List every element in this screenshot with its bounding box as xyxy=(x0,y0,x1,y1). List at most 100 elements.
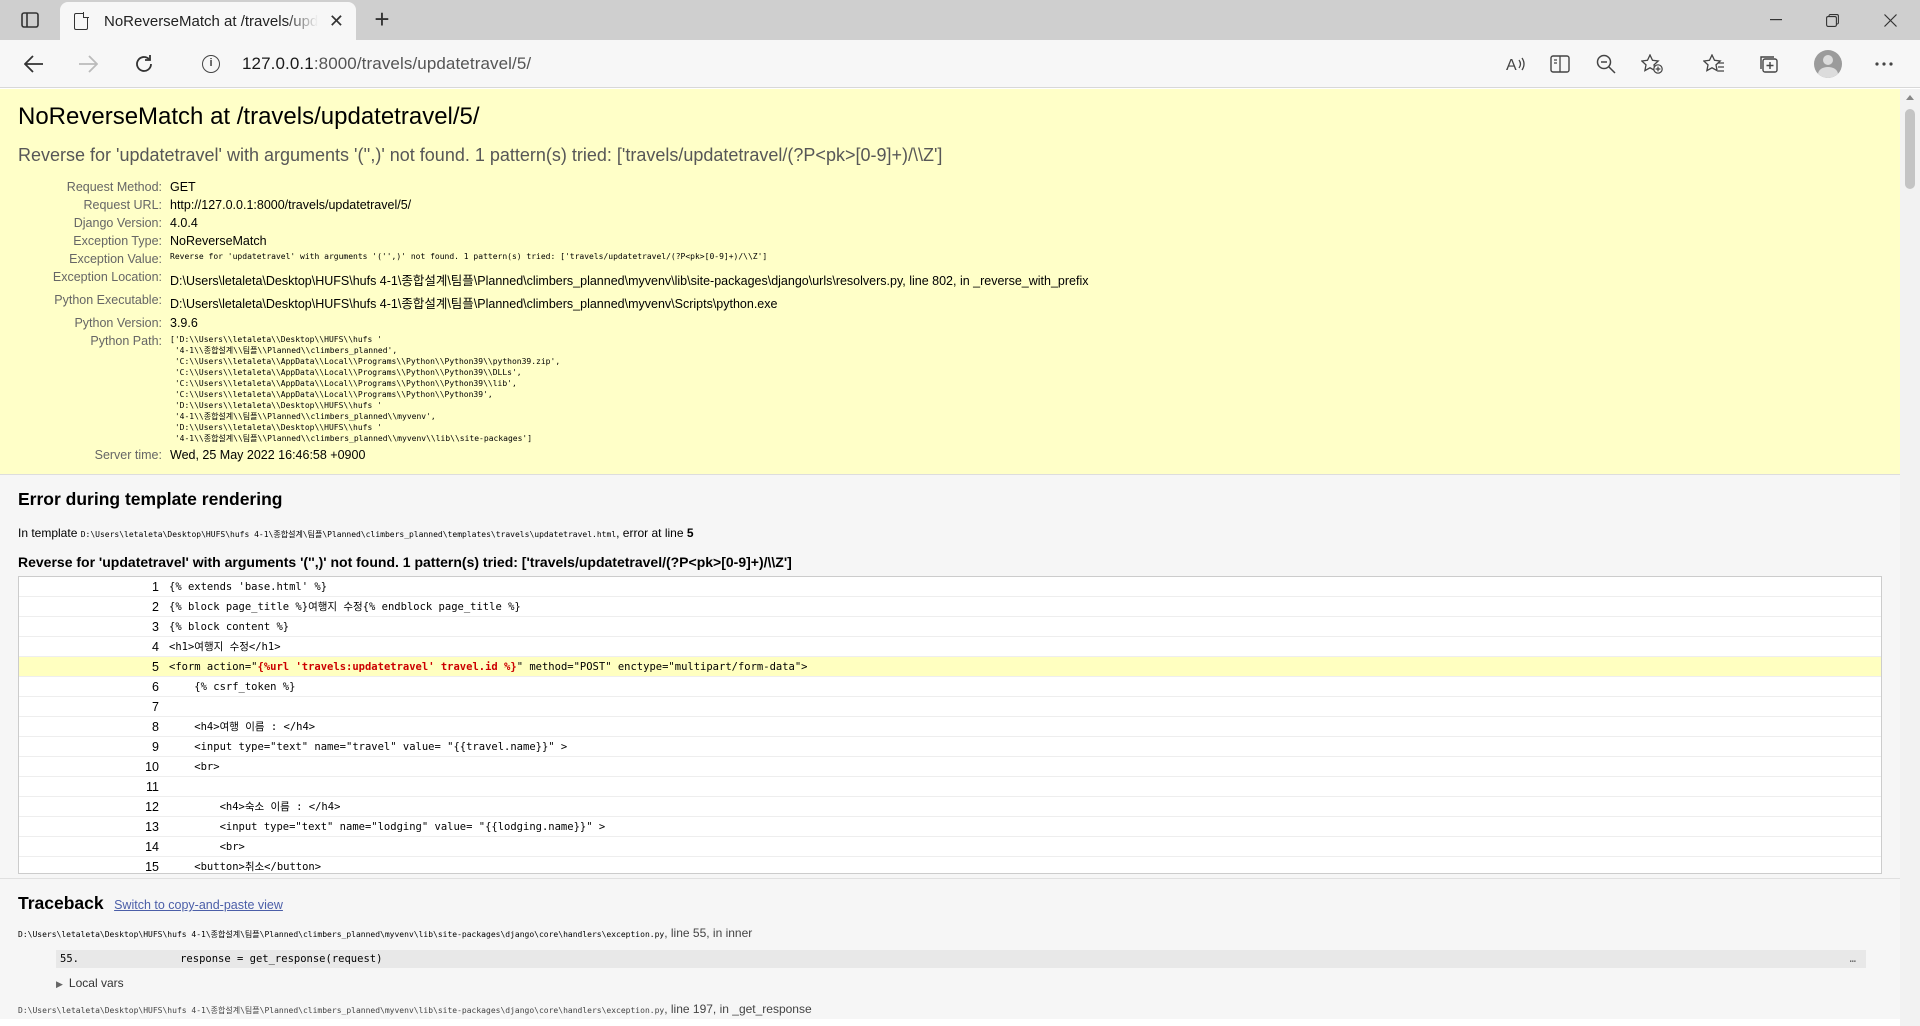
collections-icon[interactable] xyxy=(1755,50,1783,78)
template-error-message: Reverse for 'updatetravel' with argument… xyxy=(18,554,792,570)
line-code: <input type="text" name="travel" value= … xyxy=(169,741,567,753)
source-line: 6 {% csrf_token %} xyxy=(19,677,1881,697)
code-text: {% block page_title %}여행지 수정{% endblock … xyxy=(169,601,521,613)
meta-value: ['D:\\Users\\letaleta\\Desktop\\HUFS\\hu… xyxy=(170,332,1088,446)
meta-row: Server time: Wed, 25 May 2022 16:46:58 +0… xyxy=(18,446,1088,464)
line-number: 11 xyxy=(146,779,159,794)
source-line: 12 <h4>숙소 이름 : </h4> xyxy=(19,797,1881,817)
meta-row: Django Version: 4.0.4 xyxy=(18,214,1088,232)
expand-context-icon[interactable]: … xyxy=(1850,953,1856,965)
svg-text:A: A xyxy=(1506,57,1517,73)
meta-label: Python Version: xyxy=(74,316,162,330)
line-number: 6 xyxy=(152,679,159,694)
frame-path: D:\Users\letaleta\Desktop\HUFS\hufs 4-1\… xyxy=(18,930,665,939)
line-number: 9 xyxy=(152,739,159,754)
line-code: {% csrf_token %} xyxy=(169,681,295,693)
read-aloud-icon[interactable]: A xyxy=(1502,50,1530,78)
more-options-icon[interactable] xyxy=(1870,50,1898,78)
local-vars-toggle[interactable]: ▶ Local vars xyxy=(56,976,1882,990)
line-number: 10 xyxy=(145,759,159,774)
template-source[interactable]: 1 {% extends 'base.html' %} 2 {% block page… xyxy=(18,576,1882,874)
add-favorite-icon[interactable] xyxy=(1638,50,1666,78)
source-line: 1 {% extends 'base.html' %} xyxy=(19,577,1881,597)
restore-icon[interactable] xyxy=(1804,0,1860,40)
line-number: 5 xyxy=(152,659,159,674)
favorites-icon[interactable] xyxy=(1700,50,1728,78)
meta-label: Python Path: xyxy=(90,334,162,348)
forward-icon[interactable] xyxy=(74,50,102,78)
code-text: <h4>여행 이름 : </h4> xyxy=(169,721,316,733)
line-code: <h4>숙소 이름 : </h4> xyxy=(169,799,341,814)
line-code: <h1>여행지 수정</h1> xyxy=(169,639,281,654)
request-meta-table: Request Method: GET Request URL: http://127… xyxy=(18,178,1089,464)
meta-label: Exception Value: xyxy=(69,252,162,266)
switch-copy-paste-link[interactable]: Switch to copy-and-paste view xyxy=(114,898,283,912)
source-line: 11 xyxy=(19,777,1881,797)
source-line: 4 <h1>여행지 수정</h1> xyxy=(19,637,1881,657)
immersive-reader-icon[interactable] xyxy=(1547,50,1575,78)
meta-row: Exception Value: Reverse for 'updatetrave… xyxy=(18,250,1088,268)
url-field[interactable]: i 127.0.0.1:8000/travels/updatetravel/5/ xyxy=(184,46,1684,82)
meta-value: NoReverseMatch xyxy=(170,234,267,248)
address-bar: i 127.0.0.1:8000/travels/updatetravel/5/… xyxy=(0,40,1920,88)
code-text: {% csrf_token %} xyxy=(169,680,296,693)
line-code: <br> xyxy=(169,761,219,773)
line-number: 1 xyxy=(152,579,159,594)
meta-label: Django Version: xyxy=(73,216,162,230)
meta-label: Exception Location: xyxy=(52,270,162,284)
error-line-number: 5 xyxy=(686,526,694,540)
context-line-code: response = get_response(request) xyxy=(78,953,383,965)
meta-label: Server time: xyxy=(94,448,162,462)
active-tab[interactable]: NoReverseMatch at /travels/updatetravel/… xyxy=(60,2,356,40)
page-scrollbar[interactable] xyxy=(1900,89,1920,1026)
close-tab-icon[interactable]: ✕ xyxy=(329,12,344,30)
line-number: 8 xyxy=(152,719,159,734)
meta-value: Reverse for 'updatetravel' with argument… xyxy=(170,252,768,261)
traceback-section: Traceback Switch to copy-and-paste view … xyxy=(0,879,1900,1019)
source-line: 2 {% block page_title %}여행지 수정{% endblock… xyxy=(19,597,1881,617)
template-location: In template D:\Users\letaleta\Desktop\HU… xyxy=(18,526,1882,540)
page-content: NoReverseMatch at /travels/updatetravel/… xyxy=(0,89,1900,1026)
meta-label: Exception Type: xyxy=(73,234,162,248)
refresh-icon[interactable] xyxy=(130,50,158,78)
code-text: <h1>여행지 수정</h1> xyxy=(169,641,281,653)
line-number: 2 xyxy=(152,599,159,614)
scrollbar-thumb[interactable] xyxy=(1905,109,1915,189)
scroll-up-icon[interactable] xyxy=(1906,95,1914,100)
meta-value: D:\Users\letaleta\Desktop\HUFS\hufs 4-1\… xyxy=(170,297,778,311)
source-line: 8 <h4>여행 이름 : </h4> xyxy=(19,717,1881,737)
code-text: <input type="text" name="travel" value= … xyxy=(169,740,568,753)
zoom-out-icon[interactable] xyxy=(1592,50,1620,78)
context-line-number: 55. xyxy=(60,953,79,965)
template-error-heading: Error during template rendering xyxy=(18,489,283,509)
context-line[interactable]: 55. response = get_response(request) … xyxy=(56,950,1866,968)
meta-row: Exception Type: NoReverseMatch xyxy=(18,232,1088,250)
traceback-heading: Traceback xyxy=(18,893,104,913)
new-tab-icon[interactable]: + xyxy=(368,6,396,34)
close-window-icon[interactable] xyxy=(1862,0,1918,40)
line-number: 13 xyxy=(145,819,159,834)
back-icon[interactable] xyxy=(20,50,48,78)
code-text: <button>취소</button> xyxy=(169,861,322,873)
source-line: 15 <button>취소</button> xyxy=(19,857,1881,874)
line-code: <button>취소</button> xyxy=(169,859,322,873)
next-frame-path: D:\Users\letaleta\Desktop\HUFS\hufs 4-1\… xyxy=(18,1006,665,1015)
meta-row: Request URL: http://127.0.0.1:8000/travel… xyxy=(18,196,1088,214)
meta-row: Python Executable: D:\Users\letaleta\Desk… xyxy=(18,291,1088,314)
error-summary: NoReverseMatch at /travels/updatetravel/… xyxy=(0,89,1900,475)
exception-message: Reverse for 'updatetravel' with argument… xyxy=(18,145,943,165)
tab-actions-icon[interactable] xyxy=(18,8,42,32)
minimize-icon[interactable] xyxy=(1748,0,1804,40)
line-number: 12 xyxy=(145,799,159,814)
site-info-icon[interactable]: i xyxy=(202,55,220,73)
meta-value: GET xyxy=(170,180,196,194)
line-number: 15 xyxy=(145,859,159,874)
profile-avatar[interactable] xyxy=(1814,50,1842,78)
line-code: <form action="{%url 'travels:updatetrave… xyxy=(169,661,808,673)
highlighted-url-tag: {%url 'travels:updatetravel' travel.id %… xyxy=(257,660,517,673)
frame-suffix: , line 55, in inner xyxy=(664,926,753,940)
meta-label: Request Method: xyxy=(66,180,162,194)
meta-label: Python Executable: xyxy=(54,293,162,307)
meta-row: Request Method: GET xyxy=(18,178,1088,196)
tab-strip: NoReverseMatch at /travels/updatetravel/… xyxy=(0,0,1920,40)
